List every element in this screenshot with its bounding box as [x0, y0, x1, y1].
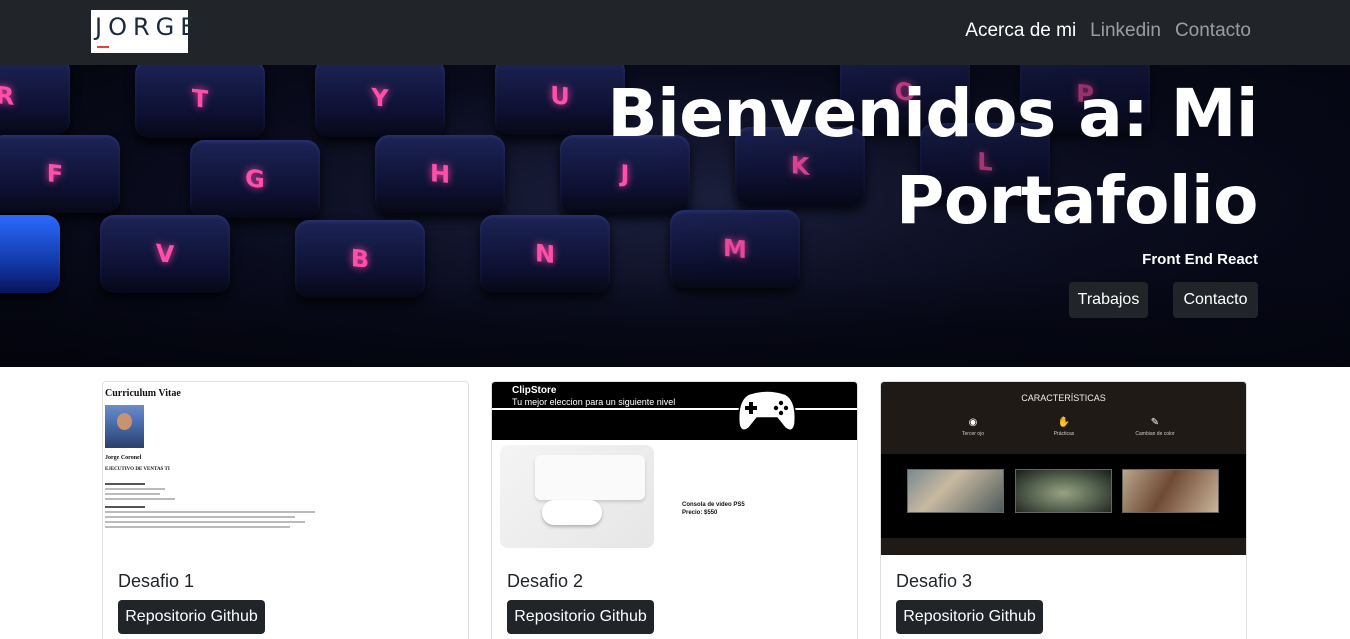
hero-banner: RTYUOPFGHJKLVBNM Bienvenidos a: Mi Porta…	[0, 65, 1350, 367]
iguana-photo	[1015, 469, 1112, 513]
keyboard-key: R	[0, 65, 70, 135]
features-heading: CARACTERÍSTICAS	[1021, 393, 1106, 403]
clipstore-brand: ClipStore	[512, 385, 557, 396]
cv-heading: Curriculum Vitae	[105, 388, 181, 399]
card-title: Desafio 2	[507, 571, 584, 591]
product-info: Consola de video PS5 Precio: $550	[682, 502, 745, 516]
hand-icon: ✋	[1057, 417, 1071, 428]
nav-link-about[interactable]: Acerca de mi	[965, 20, 1076, 42]
project-card-2: ClipStore Tu mejor eleccion para un sigu…	[491, 381, 858, 639]
features-preview-image: CARACTERÍSTICAS ◉ Tercer ojo ✋ Prácticas ✎…	[881, 382, 1246, 555]
card-title: Desafio 3	[896, 571, 973, 591]
chameleon-photo	[907, 469, 1004, 513]
github-repo-button[interactable]: Repositorio Github	[896, 600, 1043, 634]
logo-text: JORGE	[95, 13, 202, 41]
github-repo-button[interactable]: Repositorio Github	[118, 600, 265, 634]
brand-logo[interactable]: JORGE	[91, 10, 195, 53]
cv-preview-image: Curriculum Vitae Jorge Coronel EJECUTIVO…	[103, 382, 468, 555]
works-button[interactable]: Trabajos	[1069, 282, 1148, 318]
ps5-product-image	[500, 445, 654, 548]
project-card-3: CARACTERÍSTICAS ◉ Tercer ojo ✋ Prácticas ✎…	[880, 381, 1247, 639]
feature-hand: ✋ Prácticas	[1024, 417, 1104, 437]
clipstore-header: ClipStore Tu mejor eleccion para un sigu…	[492, 382, 857, 440]
feature-eye: ◉ Tercer ojo	[933, 417, 1013, 437]
gamepad-icon	[737, 390, 797, 431]
hero-title: Bienvenidos a: Mi Portafolio	[538, 70, 1258, 244]
nav-links: Acerca de mi Linkedin Contacto	[965, 20, 1251, 42]
profile-photo	[105, 405, 144, 448]
logo-accent-line	[97, 46, 109, 48]
clipstore-preview-image: ClipStore Tu mejor eleccion para un sigu…	[492, 382, 857, 555]
photo-strip	[881, 454, 1246, 538]
card-title: Desafio 1	[118, 571, 195, 591]
github-repo-button[interactable]: Repositorio Github	[507, 600, 654, 634]
eye-icon: ◉	[968, 417, 978, 428]
feature-brush: ✎ Cambian de color	[1115, 417, 1195, 437]
lizards-photo	[1122, 469, 1219, 513]
nav-link-contact[interactable]: Contacto	[1175, 20, 1251, 42]
hero-title-line2: Portafolio	[896, 162, 1259, 239]
contact-button[interactable]: Contacto	[1173, 282, 1258, 318]
hero-title-line1: Bienvenidos a: Mi	[607, 75, 1258, 152]
navbar: JORGE Acerca de mi Linkedin Contacto	[0, 0, 1350, 65]
hero-subtitle: Front End React	[1142, 251, 1258, 268]
keyboard-key: H	[375, 135, 505, 213]
project-card-1: Curriculum Vitae Jorge Coronel EJECUTIVO…	[102, 381, 469, 639]
cv-text-lines	[105, 480, 325, 531]
brush-icon: ✎	[1150, 417, 1160, 428]
keyboard-key: F	[0, 135, 120, 213]
cv-name: Jorge Coronel	[105, 455, 142, 461]
keyboard-key: G	[190, 140, 320, 218]
nav-link-linkedin[interactable]: Linkedin	[1090, 20, 1161, 42]
clipstore-tagline: Tu mejor eleccion para un siguiente nive…	[512, 397, 676, 407]
keyboard-key: T	[135, 65, 265, 138]
cv-role: EJECUTIVO DE VENTAS TI	[105, 467, 170, 472]
keyboard-key: Y	[315, 65, 445, 137]
